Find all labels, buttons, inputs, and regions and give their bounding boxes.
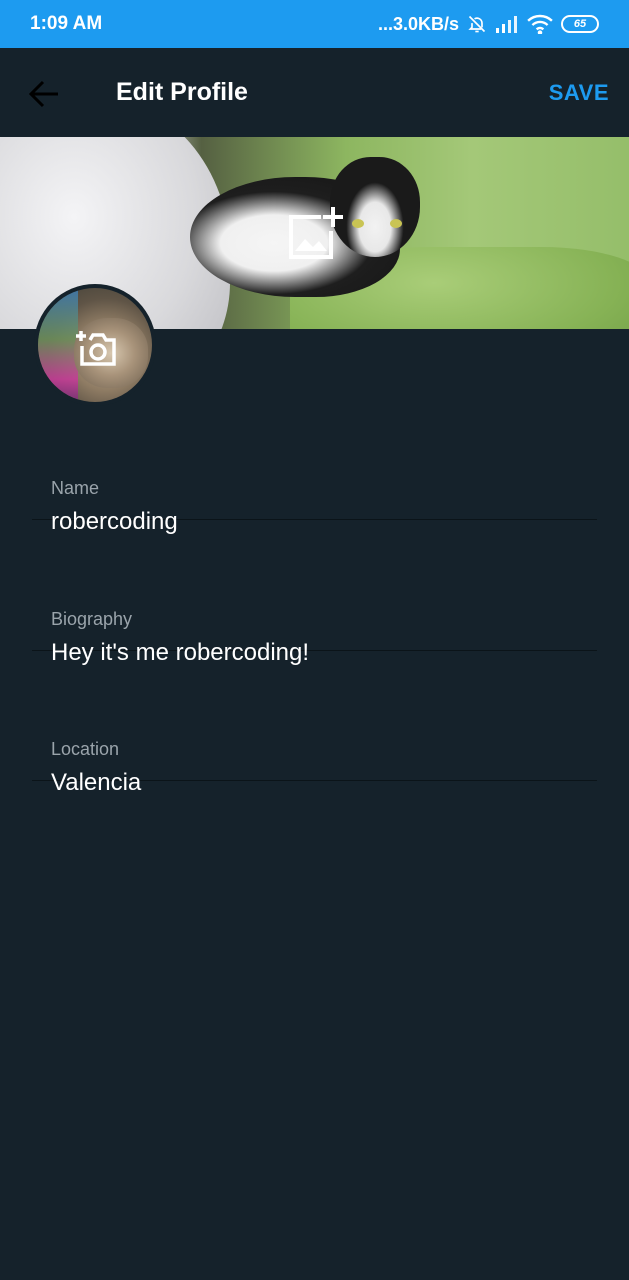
signal-icon <box>495 15 519 33</box>
avatar[interactable] <box>34 284 156 406</box>
save-button[interactable]: SAVE <box>549 80 609 106</box>
battery-level: 65 <box>573 18 587 30</box>
name-field[interactable]: Name robercoding <box>32 420 597 535</box>
status-bar: 1:09 AM ...3.0KB/s 65 <box>0 0 629 48</box>
name-label: Name <box>51 478 100 498</box>
page-title: Edit Profile <box>116 78 248 106</box>
network-speed: ...3.0KB/s <box>377 13 459 34</box>
avatar-image <box>38 288 152 402</box>
battery-icon: 65 <box>561 15 599 33</box>
add-camera-icon[interactable] <box>74 326 118 368</box>
back-button[interactable] <box>24 74 64 114</box>
add-photo-icon[interactable] <box>285 205 345 263</box>
biography-input[interactable]: Hey it's me robercoding! <box>51 639 571 667</box>
biography-label: Biography <box>51 609 133 629</box>
biography-field[interactable]: Biography Hey it's me robercoding! <box>32 551 597 666</box>
toolbar: Edit Profile SAVE <box>0 48 629 137</box>
status-time: 1:09 AM <box>30 13 103 34</box>
name-input[interactable]: robercoding <box>51 508 571 536</box>
location-field[interactable]: Location Valencia <box>32 681 597 796</box>
bell-off-icon <box>467 14 487 34</box>
location-label: Location <box>51 739 120 759</box>
status-icons: ...3.0KB/s 65 <box>378 14 599 35</box>
arrow-left-icon <box>28 80 58 108</box>
wifi-icon <box>527 14 553 34</box>
location-input[interactable]: Valencia <box>51 769 571 797</box>
